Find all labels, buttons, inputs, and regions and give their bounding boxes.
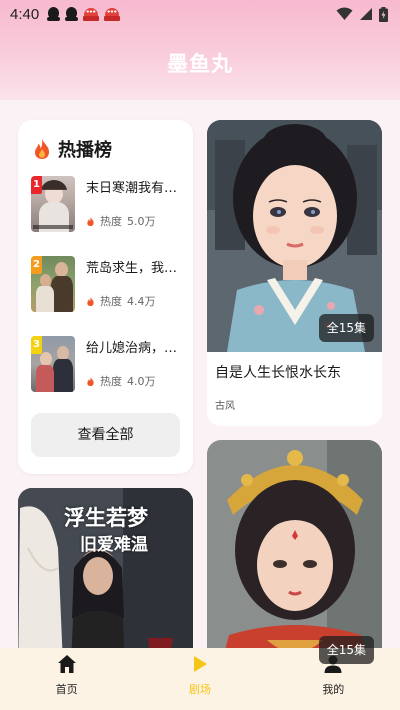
view-all-button[interactable]: 查看全部 — [31, 413, 180, 457]
poster-title-line1: 浮生若梦 — [64, 505, 148, 530]
app-title: 墨鱼丸 — [167, 52, 233, 76]
hot-list-item[interactable]: 2 荒岛求生，我… 热度 4.4万 — [31, 256, 186, 312]
rank-badge: 3 — [31, 336, 42, 354]
fire-icon — [87, 296, 94, 306]
drama-genre-tag: 古风 — [215, 401, 235, 412]
drama-card[interactable]: 全15集 自是人生长恨水长东 古风 — [207, 120, 382, 426]
hot-item-title: 荒岛求生，我… — [86, 261, 178, 276]
hot-list-title: 热播榜 — [58, 140, 112, 161]
nav-theater-label: 剧场 — [188, 683, 211, 696]
nav-home[interactable]: 首页 — [0, 648, 133, 710]
heat-value: 4.0万 — [127, 375, 156, 388]
play-icon — [193, 656, 207, 672]
cake-icon — [104, 6, 121, 22]
qq-icon — [47, 7, 61, 21]
hot-item-heat: 热度 5.0万 — [86, 213, 156, 229]
hot-item-title: 末日寒潮我有… — [86, 181, 178, 196]
rank-badge: 1 — [31, 176, 42, 194]
hot-list-item[interactable]: 1 末日寒潮我有… 热度 5.0万 — [31, 176, 186, 232]
nav-profile-label: 我的 — [322, 683, 345, 696]
fire-icon — [87, 376, 94, 386]
drama-card[interactable]: 全15集 — [207, 440, 382, 680]
home-icon — [57, 655, 76, 673]
wifi-icon — [336, 7, 353, 20]
hot-item-heat: 热度 4.0万 — [86, 373, 156, 389]
heat-label: 热度 — [100, 375, 122, 388]
hot-list-header: 热播榜 — [32, 136, 112, 162]
drama-title: 自是人生长恨水长东 — [215, 365, 341, 381]
fire-icon — [35, 139, 49, 159]
fire-icon — [87, 216, 94, 226]
hot-item-heat: 热度 4.4万 — [86, 293, 156, 309]
heat-label: 热度 — [100, 295, 122, 308]
hot-list-card: 热播榜 1 末日寒潮我有… 热度 5.0万 2 荒岛求生，我… 热度 4.4万 … — [18, 120, 193, 474]
nav-theater[interactable]: 剧场 — [133, 648, 266, 710]
heat-value: 5.0万 — [127, 215, 156, 228]
qq-icon — [65, 7, 79, 21]
notification-icons — [47, 6, 121, 22]
episode-count-badge: 全15集 — [318, 314, 374, 342]
poster-title-line2: 旧爱难温 — [80, 535, 148, 555]
heat-value: 4.4万 — [127, 295, 156, 308]
hot-item-thumbnail: 3 — [31, 336, 75, 392]
hot-list-item[interactable]: 3 给儿媳治病，… 热度 4.0万 — [31, 336, 186, 392]
hot-item-title: 给儿媳治病，… — [86, 341, 178, 356]
signal-icon — [360, 8, 372, 20]
status-bar: 4:40 — [0, 0, 400, 28]
hot-item-thumbnail: 1 — [31, 176, 75, 232]
cake-icon — [83, 6, 100, 22]
episode-count-badge: 全15集 — [318, 636, 374, 664]
heat-label: 热度 — [100, 215, 122, 228]
rank-badge: 2 — [31, 256, 42, 274]
hot-item-thumbnail: 2 — [31, 256, 75, 312]
status-time: 4:40 — [10, 5, 40, 23]
nav-home-label: 首页 — [55, 683, 78, 696]
battery-icon — [379, 6, 388, 22]
